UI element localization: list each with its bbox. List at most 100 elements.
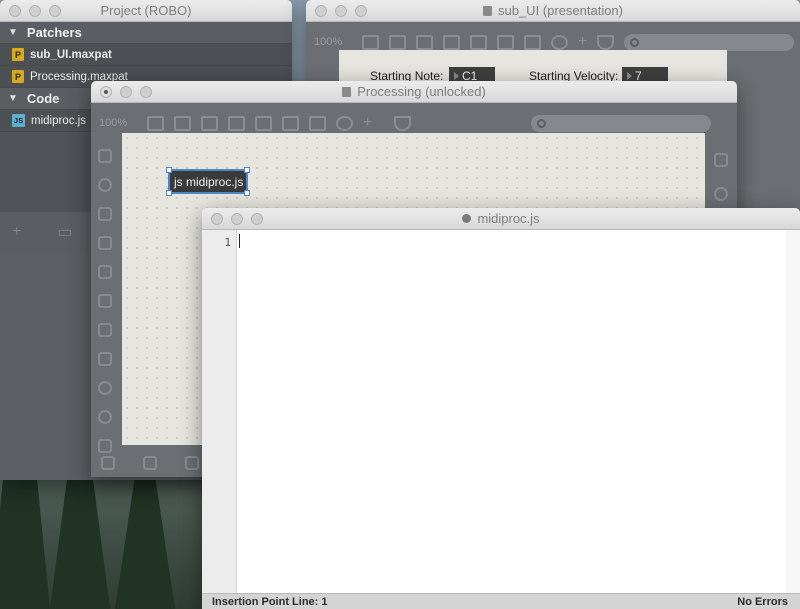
close-button[interactable]: [315, 5, 327, 17]
close-button[interactable]: [100, 86, 112, 98]
patcher-document-icon: [482, 5, 492, 16]
search-icon: [630, 37, 640, 47]
window-title: Project (ROBO): [100, 3, 192, 18]
comment-icon[interactable]: ▭: [57, 222, 72, 242]
vizzie-icon[interactable]: [98, 381, 112, 395]
grid-icon[interactable]: [714, 153, 728, 167]
minimize-button[interactable]: [29, 5, 41, 17]
js-object-box[interactable]: js midiproc.js: [166, 167, 250, 196]
resize-handle[interactable]: [166, 167, 172, 173]
patcher-document-icon: [342, 86, 352, 97]
numbox-arrow-icon: [627, 72, 632, 80]
message-icon[interactable]: [174, 115, 191, 131]
disclosure-triangle-icon[interactable]: ▼: [8, 93, 18, 104]
file-name: midiproc.js: [31, 114, 86, 127]
info-icon[interactable]: [714, 187, 728, 201]
minimize-button[interactable]: [120, 86, 132, 98]
window-title: Processing (unlocked): [357, 84, 486, 99]
search-field[interactable]: [531, 114, 712, 132]
new-object-icon[interactable]: [147, 115, 164, 131]
plus-icon[interactable]: +: [578, 33, 587, 51]
arrow-left-icon[interactable]: [98, 352, 112, 366]
message-icon[interactable]: [389, 34, 406, 50]
lock-icon[interactable]: [101, 456, 115, 470]
group-patchers[interactable]: ▼ Patchers: [0, 22, 292, 44]
patcher-file-icon: P: [12, 48, 24, 61]
bucket-icon[interactable]: [394, 115, 412, 131]
window-controls: [315, 5, 367, 17]
button-icon[interactable]: [255, 115, 272, 131]
zoom-button[interactable]: [49, 5, 61, 17]
presentation-icon[interactable]: [143, 456, 157, 470]
sub-ui-titlebar[interactable]: sub_UI (presentation): [306, 0, 800, 22]
editor-body: 1: [202, 230, 800, 593]
cube-icon[interactable]: [98, 149, 112, 163]
line-number-gutter: 1: [202, 230, 237, 593]
zoom-level[interactable]: 100%: [314, 36, 352, 48]
text-caret: [239, 234, 240, 248]
insertion-point-status: Insertion Point Line: 1: [212, 595, 328, 608]
project-titlebar[interactable]: Project (ROBO): [0, 0, 292, 22]
editor-status-bar: Insertion Point Line: 1 No Errors: [202, 593, 800, 609]
beap-icon[interactable]: [98, 410, 112, 424]
music-note-icon[interactable]: [98, 236, 112, 250]
image-icon[interactable]: [98, 294, 112, 308]
window-controls: [211, 213, 263, 225]
toggle-icon[interactable]: [228, 115, 245, 131]
play-icon[interactable]: [497, 34, 514, 50]
resize-handle[interactable]: [244, 167, 250, 173]
window-title: midiproc.js: [477, 211, 540, 226]
slider-icon[interactable]: [524, 34, 541, 50]
processing-titlebar[interactable]: Processing (unlocked): [91, 81, 737, 103]
paperclip-icon[interactable]: [98, 323, 112, 337]
search-field[interactable]: [624, 33, 795, 51]
plus-icon[interactable]: +: [12, 223, 21, 241]
code-editor-window: midiproc.js 1 Insertion Point Line: 1 No…: [202, 208, 800, 609]
error-status: No Errors: [737, 595, 788, 608]
patcher-file-icon: P: [12, 70, 24, 83]
zoom-button[interactable]: [140, 86, 152, 98]
dots-icon[interactable]: [98, 265, 112, 279]
window-controls: [9, 5, 61, 17]
zoom-button[interactable]: [355, 5, 367, 17]
vertical-scrollbar[interactable]: [786, 230, 800, 593]
window-controls: [100, 86, 152, 98]
group-label: Code: [26, 91, 60, 106]
minimize-button[interactable]: [231, 213, 243, 225]
js-file-icon: JS: [12, 114, 25, 127]
object-palette: [91, 143, 119, 473]
dial-icon[interactable]: [336, 115, 353, 131]
window-title: sub_UI (presentation): [497, 3, 623, 18]
js-document-icon: [462, 214, 472, 223]
plus-icon[interactable]: +: [363, 114, 372, 132]
toggle-icon[interactable]: [443, 34, 460, 50]
new-object-icon[interactable]: [362, 34, 379, 50]
bucket-icon[interactable]: [597, 34, 615, 50]
numbox-arrow-icon: [454, 72, 459, 80]
comment-icon[interactable]: [201, 115, 218, 131]
disclosure-triangle-icon[interactable]: ▼: [8, 27, 18, 38]
object-text: js midiproc.js: [174, 174, 244, 189]
button-icon[interactable]: [470, 34, 487, 50]
comment-icon[interactable]: [185, 456, 199, 470]
resize-handle[interactable]: [166, 190, 172, 196]
code-text-area[interactable]: [238, 230, 786, 593]
minimize-button[interactable]: [335, 5, 347, 17]
rectangle-icon[interactable]: [98, 207, 112, 221]
dial-icon[interactable]: [551, 34, 568, 50]
slider-icon[interactable]: [309, 115, 326, 131]
circle-icon[interactable]: [98, 178, 112, 192]
file-name: sub_UI.maxpat: [30, 48, 112, 61]
close-button[interactable]: [9, 5, 21, 17]
group-label: Patchers: [26, 25, 82, 40]
line-number: 1: [224, 236, 231, 249]
search-icon: [537, 118, 547, 128]
play-icon[interactable]: [282, 115, 299, 131]
close-button[interactable]: [211, 213, 223, 225]
editor-titlebar[interactable]: midiproc.js: [202, 208, 800, 230]
resize-handle[interactable]: [244, 190, 250, 196]
list-item-sub-ui[interactable]: P sub_UI.maxpat: [0, 44, 292, 66]
comment-icon[interactable]: [416, 34, 433, 50]
zoom-button[interactable]: [251, 213, 263, 225]
zoom-level[interactable]: 100%: [99, 117, 137, 129]
